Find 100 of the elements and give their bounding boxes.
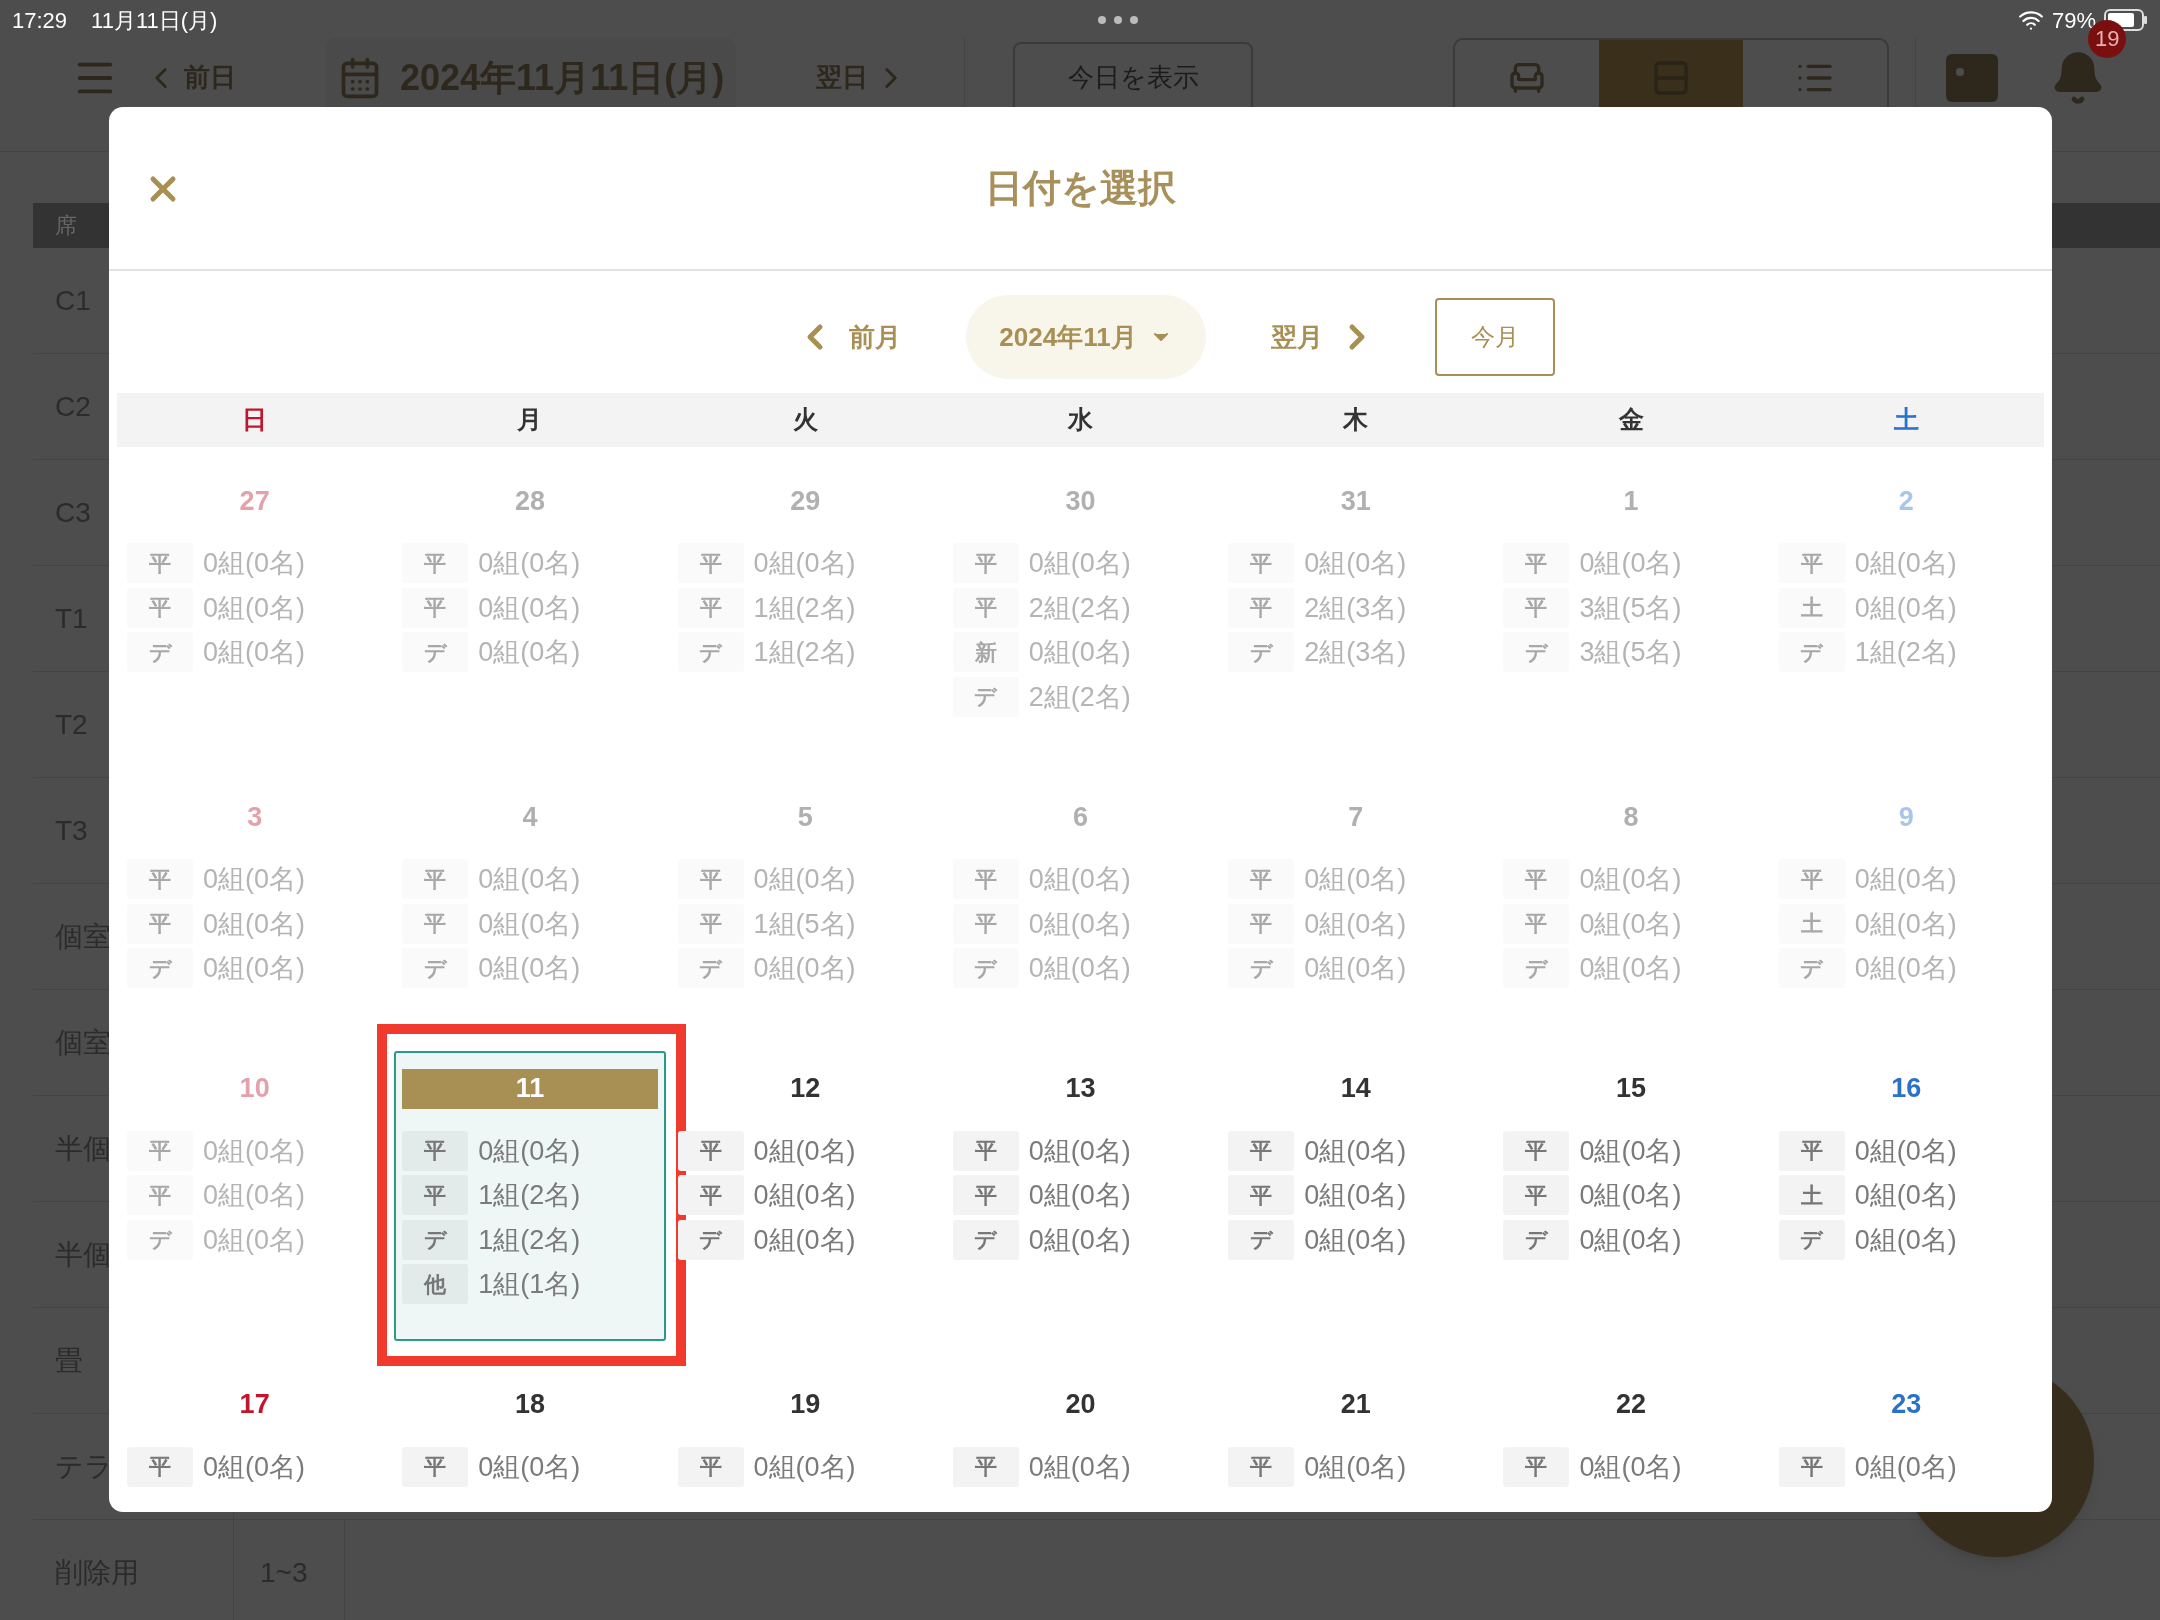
reservation-count: 0組(0名) (1579, 1134, 1682, 1168)
category-tag: デ (677, 632, 744, 673)
category-tag: 他 (402, 1264, 469, 1305)
reservation-count: 3組(5名) (1579, 591, 1682, 625)
category-tag: 平 (402, 859, 469, 900)
category-tag: デ (127, 948, 193, 989)
weekday-header: 月 (517, 404, 543, 436)
date-cell[interactable]: 18 平 0組(0名) (394, 1366, 666, 1512)
date-cell[interactable]: 3 平 0組(0名) 平 0組(0名) デ 0組(0名) (119, 779, 391, 1025)
next-month-button[interactable]: 翌月 (1271, 317, 1377, 357)
date-cell[interactable]: 14 平 0組(0名) 平 0組(0名) デ 0組(0名) (1220, 1050, 1492, 1296)
day-number: 17 (238, 1388, 271, 1422)
day-number: 1 (1622, 484, 1640, 518)
category-tag: 平 (127, 859, 193, 900)
reservation-count: 1組(5名) (753, 907, 856, 941)
reservation-count: 3組(5名) (1579, 636, 1682, 669)
date-cell[interactable]: 27 平 0組(0名) 平 0組(0名) デ 0組(0名) (119, 463, 391, 709)
category-tag: デ (952, 948, 1019, 989)
category-tag: 平 (1228, 903, 1295, 944)
date-cell[interactable]: 4 平 0組(0名) 平 0組(0名) デ 0組(0名) (394, 779, 666, 1025)
category-tag: 平 (1503, 1130, 1570, 1171)
date-cell[interactable]: 8 平 0組(0名) 平 0組(0名) デ 0組(0名) (1495, 779, 1767, 1025)
day-number: 31 (1339, 484, 1372, 518)
category-tag: 平 (1228, 1130, 1295, 1171)
weekday-header: 土 (1893, 404, 1919, 436)
category-tag: デ (127, 632, 193, 673)
category-tag: 平 (677, 1175, 744, 1216)
category-tag: デ (677, 948, 744, 989)
reservation-count: 0組(0名) (1854, 1450, 1957, 1484)
reservation-count: 0組(0名) (203, 636, 305, 669)
category-tag: 平 (952, 903, 1019, 944)
reservation-count: 0組(0名) (478, 547, 581, 580)
previous-month-button[interactable]: 前月 (795, 317, 901, 357)
day-number: 27 (238, 484, 271, 518)
date-cell[interactable]: 13 平 0組(0名) 平 0組(0名) デ 0組(0名) (944, 1050, 1217, 1296)
reservation-count: 2組(3名) (1304, 591, 1407, 625)
category-tag: デ (402, 948, 469, 989)
date-cell[interactable]: 31 平 0組(0名) 平 2組(3名) デ 2組(3名) (1220, 463, 1492, 709)
reservation-count: 0組(0名) (478, 863, 581, 896)
reservation-count: 0組(0名) (1854, 1134, 1957, 1168)
reservation-count: 0組(0名) (203, 1450, 305, 1484)
reservation-count: 0組(0名) (1028, 1450, 1131, 1484)
day-number: 30 (1064, 484, 1097, 518)
reservation-count: 0組(0名) (1028, 636, 1131, 669)
day-number: 4 (521, 800, 539, 834)
date-cell[interactable]: 30 平 0組(0名) 平 2組(2名) 新 0組(0名) デ 2組(2名) (944, 463, 1217, 753)
date-cell[interactable]: 7 平 0組(0名) 平 0組(0名) デ 0組(0名) (1220, 779, 1492, 1025)
month-dropdown[interactable]: 2024年11月 (966, 295, 1206, 379)
date-cell[interactable]: 29 平 0組(0名) 平 1組(2名) デ 1組(2名) (669, 463, 941, 709)
date-cell[interactable]: 9 平 0組(0名) 土 0組(0名) デ 0組(0名) (1770, 779, 2042, 1025)
day-number: 18 (513, 1388, 546, 1422)
weekday-header: 水 (1068, 404, 1093, 436)
category-tag: 平 (677, 859, 744, 900)
category-tag: デ (1503, 948, 1570, 989)
reservation-count: 0組(0名) (1028, 1223, 1131, 1257)
notebook-icon[interactable] (1944, 51, 2001, 104)
category-tag: デ (1503, 632, 1570, 673)
category-tag: 平 (1778, 1130, 1845, 1171)
reservation-count: 0組(0名) (1579, 907, 1682, 941)
day-number: 16 (1890, 1072, 1923, 1106)
category-tag: 土 (1778, 587, 1845, 628)
category-tag: 平 (402, 1175, 469, 1216)
date-cell[interactable]: 5 平 0組(0名) 平 1組(5名) デ 0組(0名) (669, 779, 941, 1025)
date-cell[interactable]: 11 平 0組(0名) 平 1組(2名) デ 1組(2名) 他 1組(1名) (394, 1050, 666, 1341)
reservation-count: 0組(0名) (1579, 1450, 1682, 1484)
date-cell[interactable]: 6 平 0組(0名) 平 0組(0名) デ 0組(0名) (944, 779, 1217, 1025)
reservation-count: 0組(0名) (203, 1223, 305, 1257)
date-cell[interactable]: 23 平 0組(0名) (1770, 1366, 2042, 1512)
date-cell[interactable]: 10 平 0組(0名) 平 0組(0名) デ 0組(0名) (119, 1050, 391, 1296)
reservation-count: 0組(0名) (1854, 1223, 1957, 1257)
category-tag: 平 (1228, 543, 1295, 584)
reservation-count: 1組(2名) (478, 1223, 581, 1257)
current-month-button[interactable]: 今月 (1435, 298, 1555, 376)
reservation-count: 0組(0名) (1028, 1134, 1131, 1168)
reservation-count: 0組(0名) (1304, 1223, 1407, 1257)
category-tag: 平 (127, 587, 193, 628)
category-tag: 平 (952, 1130, 1019, 1171)
category-tag: 平 (402, 1446, 469, 1487)
date-cell[interactable]: 28 平 0組(0名) 平 0組(0名) デ 0組(0名) (394, 463, 666, 709)
date-cell[interactable]: 17 平 0組(0名) (119, 1366, 391, 1512)
reservation-count: 0組(0名) (203, 591, 305, 625)
category-tag: 土 (1778, 1175, 1845, 1216)
date-cell[interactable]: 16 平 0組(0名) 土 0組(0名) デ 0組(0名) (1770, 1050, 2042, 1296)
reservation-count: 2組(3名) (1304, 636, 1407, 669)
day-number: 29 (789, 484, 822, 518)
date-cell[interactable]: 21 平 0組(0名) (1220, 1366, 1492, 1512)
category-tag: 平 (677, 903, 744, 944)
reservation-count: 0組(0名) (478, 952, 581, 985)
date-cell[interactable]: 22 平 0組(0名) (1495, 1366, 1767, 1512)
day-number: 14 (1339, 1072, 1372, 1106)
date-cell[interactable]: 2 平 0組(0名) 土 0組(0名) デ 1組(2名) (1770, 463, 2042, 709)
date-cell[interactable]: 12 平 0組(0名) 平 0組(0名) デ 0組(0名) (669, 1050, 941, 1296)
date-cell[interactable]: 1 平 0組(0名) 平 3組(5名) デ 3組(5名) (1495, 463, 1767, 709)
date-cell[interactable]: 20 平 0組(0名) (944, 1366, 1217, 1512)
day-number: 21 (1339, 1388, 1372, 1422)
date-cell[interactable]: 19 平 0組(0名) (669, 1366, 941, 1512)
reservation-count: 0組(0名) (1854, 547, 1957, 580)
reservation-count: 2組(2名) (1028, 591, 1131, 625)
date-cell[interactable]: 15 平 0組(0名) 平 0組(0名) デ 0組(0名) (1495, 1050, 1767, 1296)
category-tag: デ (402, 1219, 469, 1260)
